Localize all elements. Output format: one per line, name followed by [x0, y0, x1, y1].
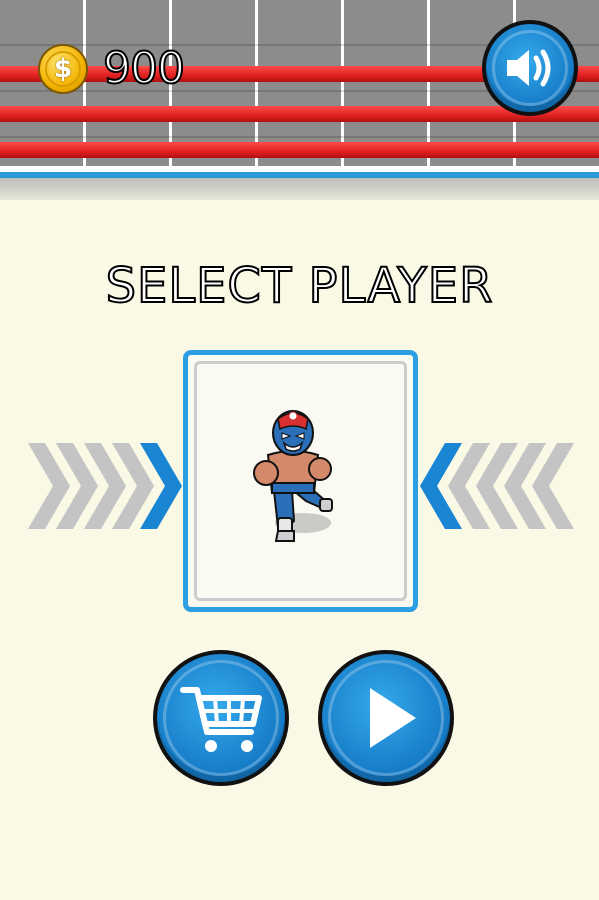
play-icon [370, 688, 416, 748]
previous-player-arrows[interactable] [28, 443, 183, 529]
play-button[interactable] [318, 650, 454, 786]
speaker-icon [507, 49, 551, 87]
ring-apron [0, 178, 599, 200]
wrestler-character [253, 410, 333, 542]
screen-title: SELECT PLAYER [105, 257, 494, 315]
dollar-coin-icon: $ [38, 44, 88, 94]
shopping-cart-icon [180, 687, 262, 752]
coin-inner: $ [45, 51, 81, 87]
next-player-arrows[interactable] [420, 443, 575, 529]
coin-count: 900 [102, 42, 186, 95]
ring-rope [0, 142, 599, 158]
coin-symbol: $ [53, 54, 73, 84]
sound-toggle-button[interactable] [482, 20, 578, 116]
shop-button[interactable] [153, 650, 289, 786]
